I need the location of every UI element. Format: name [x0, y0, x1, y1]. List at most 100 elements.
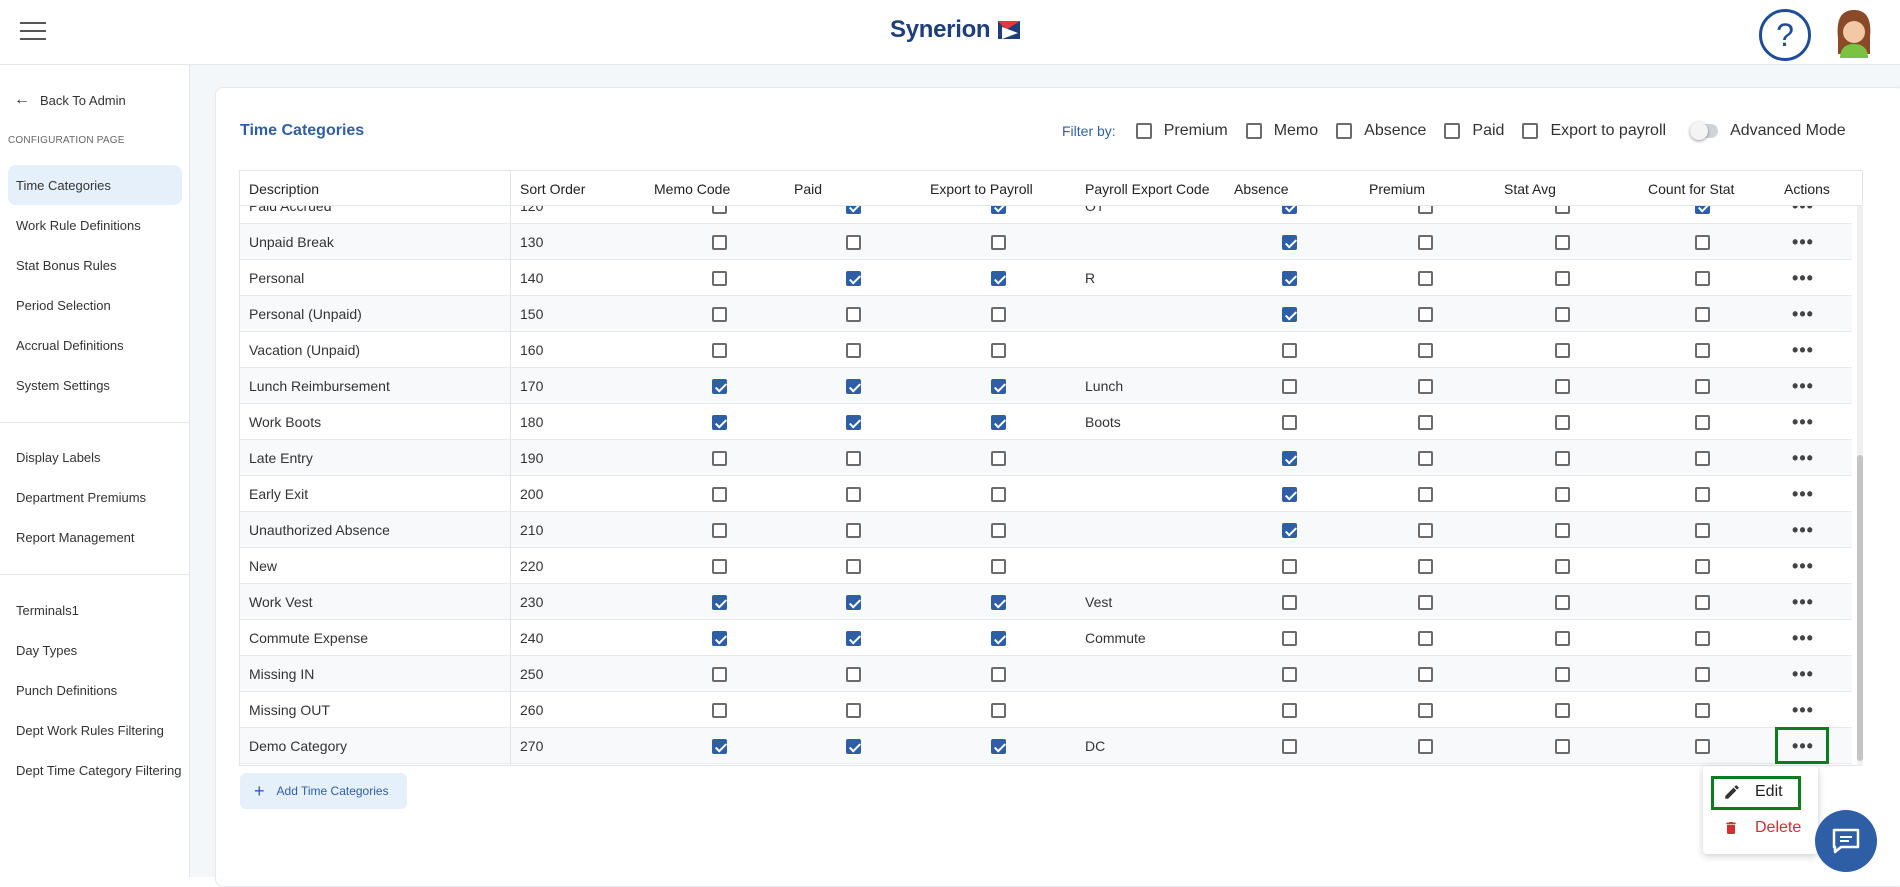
sidebar-item-day-types[interactable]: Day Types: [0, 630, 182, 670]
sidebar-item-stat-bonus-rules[interactable]: Stat Bonus Rules: [0, 245, 182, 285]
filter-memo-checkbox[interactable]: [1245, 123, 1262, 139]
count-checkbox[interactable]: [1694, 558, 1710, 574]
paid-checkbox[interactable]: [845, 594, 861, 610]
memo-checkbox[interactable]: [711, 234, 727, 250]
sidebar-item-work-rule-definitions[interactable]: Work Rule Definitions: [0, 205, 182, 245]
more-actions-icon[interactable]: •••: [1788, 512, 1818, 548]
more-actions-icon[interactable]: •••: [1788, 476, 1818, 512]
export-checkbox[interactable]: [990, 378, 1006, 394]
hamburger-menu-icon[interactable]: [20, 22, 46, 42]
export-checkbox[interactable]: [990, 594, 1006, 610]
memo-checkbox[interactable]: [711, 342, 727, 358]
absence-checkbox[interactable]: [1281, 234, 1297, 250]
paid-checkbox[interactable]: [845, 630, 861, 646]
sidebar-item-punch-definitions[interactable]: Punch Definitions: [0, 670, 182, 710]
premium-checkbox[interactable]: [1417, 306, 1433, 322]
paid-checkbox[interactable]: [845, 486, 861, 502]
filter-premium-checkbox[interactable]: [1135, 123, 1152, 139]
sidebar-item-display-labels[interactable]: Display Labels: [0, 437, 182, 477]
export-checkbox[interactable]: [990, 306, 1006, 322]
more-actions-icon[interactable]: •••: [1788, 260, 1818, 296]
more-actions-icon[interactable]: •••: [1788, 440, 1818, 476]
export-checkbox[interactable]: [990, 414, 1006, 430]
premium-checkbox[interactable]: [1417, 738, 1433, 754]
absence-checkbox[interactable]: [1281, 558, 1297, 574]
count-checkbox[interactable]: [1694, 594, 1710, 610]
memo-checkbox[interactable]: [711, 414, 727, 430]
filter-premium[interactable]: Premium: [1135, 122, 1228, 140]
premium-checkbox[interactable]: [1417, 558, 1433, 574]
col-header-paid[interactable]: Paid: [794, 171, 822, 206]
filter-export-to-payroll[interactable]: Export to payroll: [1522, 122, 1666, 140]
absence-checkbox[interactable]: [1281, 378, 1297, 394]
stat-checkbox[interactable]: [1554, 738, 1570, 754]
premium-checkbox[interactable]: [1417, 378, 1433, 394]
memo-checkbox[interactable]: [711, 306, 727, 322]
stat-checkbox[interactable]: [1554, 522, 1570, 538]
filter-export-checkbox[interactable]: [1522, 123, 1539, 139]
filter-memo[interactable]: Memo: [1245, 122, 1318, 140]
absence-checkbox[interactable]: [1281, 206, 1297, 214]
paid-checkbox[interactable]: [845, 666, 861, 682]
export-checkbox[interactable]: [990, 270, 1006, 286]
count-checkbox[interactable]: [1694, 306, 1710, 322]
more-actions-icon[interactable]: •••: [1788, 584, 1818, 620]
stat-checkbox[interactable]: [1554, 234, 1570, 250]
more-actions-icon[interactable]: •••: [1788, 224, 1818, 260]
memo-checkbox[interactable]: [711, 378, 727, 394]
paid-checkbox[interactable]: [845, 558, 861, 574]
more-actions-icon[interactable]: •••: [1788, 332, 1818, 368]
more-actions-icon[interactable]: •••: [1788, 368, 1818, 404]
absence-checkbox[interactable]: [1281, 666, 1297, 682]
memo-checkbox[interactable]: [711, 270, 727, 286]
count-checkbox[interactable]: [1694, 486, 1710, 502]
absence-checkbox[interactable]: [1281, 594, 1297, 610]
memo-checkbox[interactable]: [711, 738, 727, 754]
premium-checkbox[interactable]: [1417, 630, 1433, 646]
export-checkbox[interactable]: [990, 558, 1006, 574]
premium-checkbox[interactable]: [1417, 206, 1433, 214]
col-header-sort-order[interactable]: Sort Order: [520, 171, 585, 206]
table-row[interactable]: Unpaid Break 130 •••: [240, 224, 1852, 260]
table-row[interactable]: Paid Accrued 120 OT •••: [240, 206, 1852, 224]
premium-checkbox[interactable]: [1417, 450, 1433, 466]
sidebar-item-system-settings[interactable]: System Settings: [0, 365, 182, 405]
count-checkbox[interactable]: [1694, 414, 1710, 430]
more-actions-icon[interactable]: •••: [1788, 296, 1818, 332]
premium-checkbox[interactable]: [1417, 414, 1433, 430]
stat-checkbox[interactable]: [1554, 702, 1570, 718]
table-row[interactable]: Missing IN 250 •••: [240, 656, 1852, 692]
count-checkbox[interactable]: [1694, 450, 1710, 466]
export-checkbox[interactable]: [990, 234, 1006, 250]
table-row[interactable]: Work Vest 230 Vest •••: [240, 584, 1852, 620]
stat-checkbox[interactable]: [1554, 594, 1570, 610]
count-checkbox[interactable]: [1694, 630, 1710, 646]
absence-checkbox[interactable]: [1281, 342, 1297, 358]
sidebar-item-period-selection[interactable]: Period Selection: [0, 285, 182, 325]
stat-checkbox[interactable]: [1554, 414, 1570, 430]
memo-checkbox[interactable]: [711, 666, 727, 682]
count-checkbox[interactable]: [1694, 342, 1710, 358]
table-row[interactable]: Personal (Unpaid) 150 •••: [240, 296, 1852, 332]
more-actions-icon[interactable]: •••: [1788, 404, 1818, 440]
absence-checkbox[interactable]: [1281, 522, 1297, 538]
sidebar-item-department-premiums[interactable]: Department Premiums: [0, 477, 182, 517]
count-checkbox[interactable]: [1694, 738, 1710, 754]
table-row[interactable]: Missing OUT 260 •••: [240, 692, 1852, 728]
export-checkbox[interactable]: [990, 342, 1006, 358]
col-header-stat-avg[interactable]: Stat Avg: [1504, 171, 1556, 206]
stat-checkbox[interactable]: [1554, 558, 1570, 574]
stat-checkbox[interactable]: [1554, 486, 1570, 502]
paid-checkbox[interactable]: [845, 206, 861, 214]
paid-checkbox[interactable]: [845, 234, 861, 250]
premium-checkbox[interactable]: [1417, 270, 1433, 286]
table-row[interactable]: New 220 •••: [240, 548, 1852, 584]
premium-checkbox[interactable]: [1417, 702, 1433, 718]
export-checkbox[interactable]: [990, 486, 1006, 502]
filter-absence[interactable]: Absence: [1336, 122, 1426, 140]
col-header-premium[interactable]: Premium: [1369, 171, 1425, 206]
col-header-count-for-stat[interactable]: Count for Stat: [1648, 171, 1734, 206]
col-header-description[interactable]: Description: [240, 171, 511, 206]
count-checkbox[interactable]: [1694, 666, 1710, 682]
more-actions-icon[interactable]: •••: [1788, 656, 1818, 692]
